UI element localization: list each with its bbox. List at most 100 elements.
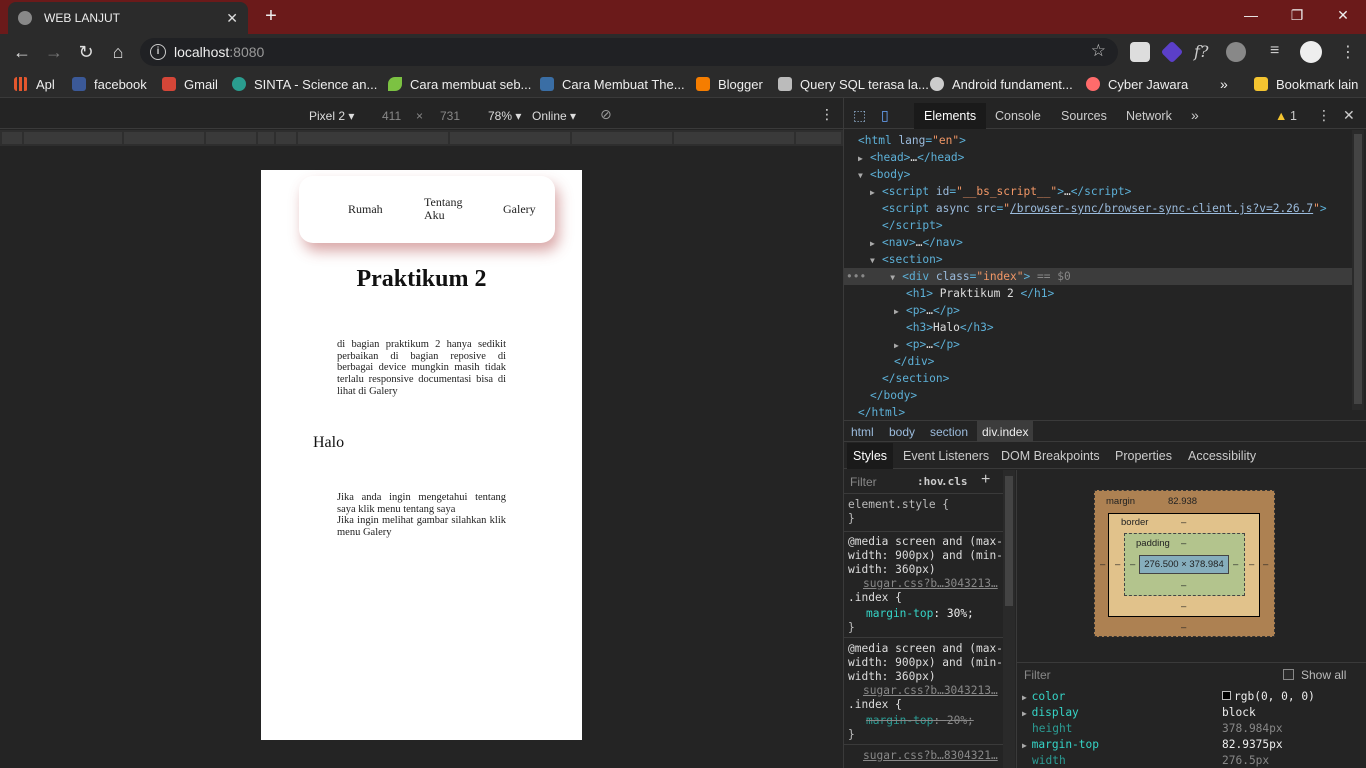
tab-styles[interactable]: Styles: [847, 443, 894, 469]
dom-line-script-bs[interactable]: ▶ <script id="__bs_script__">…</script>: [870, 183, 1131, 201]
star-icon[interactable]: ☆: [1091, 41, 1106, 61]
dom-line-p2[interactable]: ▶ <p>…</p>: [894, 336, 960, 354]
bookmark-sinta[interactable]: SINTA - Science an...: [232, 75, 377, 93]
dom-line-script-close[interactable]: </script>: [882, 217, 943, 234]
dom-line-body-close[interactable]: </body>: [870, 387, 917, 404]
warning-icon[interactable]: ▲: [1275, 109, 1287, 123]
close-tab-icon[interactable]: ✕: [226, 10, 238, 27]
tab-network[interactable]: Network: [1126, 109, 1172, 123]
padding-left-value[interactable]: –: [1130, 559, 1135, 570]
tab-event-listeners[interactable]: Event Listeners: [903, 449, 989, 463]
dom-line-h1[interactable]: <h1> Praktikum 2 </h1>: [906, 285, 1054, 302]
bookmark-apps[interactable]: Apl: [14, 75, 55, 93]
dom-scrollbar[interactable]: [1352, 130, 1364, 410]
styles-scrollbar[interactable]: [1003, 470, 1015, 768]
computed-display[interactable]: ▶ display: [1022, 706, 1079, 719]
computed-width[interactable]: width: [1032, 754, 1066, 767]
more-bookmarks-chevron-icon[interactable]: »: [1220, 75, 1228, 93]
forward-arrow-icon[interactable]: →: [42, 40, 66, 64]
zoom-select[interactable]: 78% ▾: [488, 109, 521, 123]
dom-line-head[interactable]: ▶ <head>…</head>: [858, 149, 964, 167]
throttle-select[interactable]: Online ▾: [532, 109, 576, 123]
device-width-input[interactable]: 411: [382, 109, 401, 123]
back-arrow-icon[interactable]: ←: [10, 40, 34, 64]
bookmark-android[interactable]: Android fundament...: [930, 75, 1073, 93]
bookmark-other[interactable]: Bookmark lain: [1254, 75, 1358, 93]
margin-left-value[interactable]: –: [1100, 559, 1105, 570]
show-all-checkbox[interactable]: [1283, 669, 1294, 680]
info-icon[interactable]: i: [150, 44, 166, 60]
bookmark-gmail[interactable]: Gmail: [162, 75, 218, 93]
new-rule-plus-icon[interactable]: +: [981, 471, 990, 489]
rotate-icon[interactable]: ⊘: [600, 106, 612, 123]
extension-circle-icon[interactable]: [1226, 42, 1246, 62]
nav-link-galery[interactable]: Galery: [503, 202, 536, 217]
formula-extension-icon[interactable]: f?: [1194, 42, 1214, 62]
device-height-input[interactable]: 731: [440, 109, 460, 123]
dom-line-div-close[interactable]: </div>: [894, 353, 934, 370]
border-right-value[interactable]: –: [1249, 559, 1254, 570]
tab-elements[interactable]: Elements: [914, 103, 987, 129]
padding-right-value[interactable]: –: [1233, 559, 1238, 570]
margin-bottom-value[interactable]: –: [1181, 622, 1186, 633]
element-style-rule[interactable]: element.style {}: [848, 498, 949, 526]
breadcrumb-section[interactable]: section: [930, 425, 968, 439]
reload-icon[interactable]: ↻: [74, 40, 98, 64]
margin-top-value[interactable]: 82.938: [1168, 496, 1197, 507]
dom-line-div-index[interactable]: ••• ▼ <div class="index"> == $0: [846, 268, 1071, 286]
tab-sources[interactable]: Sources: [1061, 109, 1107, 123]
hov-toggle[interactable]: :hov: [917, 475, 944, 488]
computed-filter-input[interactable]: Filter: [1024, 668, 1051, 682]
nav-link-rumah[interactable]: Rumah: [348, 202, 383, 217]
new-tab-button[interactable]: +: [260, 4, 282, 28]
more-tabs-chevron-icon[interactable]: »: [1191, 107, 1199, 123]
bookmark-cara-membuat-seb[interactable]: Cara membuat seb...: [388, 75, 531, 93]
close-window-button[interactable]: ✕: [1320, 0, 1366, 30]
border-left-value[interactable]: –: [1115, 559, 1120, 570]
bookmark-facebook[interactable]: facebook: [72, 75, 147, 93]
tab-accessibility[interactable]: Accessibility: [1188, 449, 1256, 463]
inspect-element-icon[interactable]: ⬚: [853, 107, 866, 124]
close-devtools-icon[interactable]: ✕: [1343, 107, 1355, 124]
dom-line-html[interactable]: <html lang="en">: [858, 132, 966, 149]
dom-line-p1[interactable]: ▶ <p>…</p>: [894, 302, 960, 320]
dom-line-script-async[interactable]: <script async src="/browser-sync/browser…: [882, 200, 1327, 217]
tab-console[interactable]: Console: [995, 109, 1041, 123]
profile-avatar[interactable]: [1300, 41, 1322, 63]
tab-dom-breakpoints[interactable]: DOM Breakpoints: [1001, 449, 1100, 463]
computed-color[interactable]: ▶ color: [1022, 690, 1065, 703]
dom-line-html-close[interactable]: </html>: [858, 404, 905, 420]
menu-kebab-icon[interactable]: ⋮: [1338, 42, 1358, 62]
computed-height[interactable]: height: [1032, 722, 1072, 735]
dom-line-nav[interactable]: ▶ <nav>…</nav>: [870, 234, 963, 252]
bookmark-blogger[interactable]: Blogger: [696, 75, 763, 93]
qr-extension-icon[interactable]: [1130, 42, 1150, 62]
cls-toggle[interactable]: .cls: [941, 475, 968, 488]
media-list-icon[interactable]: ≡: [1270, 42, 1290, 62]
devtools-menu-kebab-icon[interactable]: ⋮: [1317, 107, 1331, 124]
border-bottom-value[interactable]: –: [1181, 601, 1186, 612]
source-link-1[interactable]: sugar.css?b…3043213…: [863, 577, 998, 591]
dom-line-h3[interactable]: <h3>Halo</h3>: [906, 319, 994, 336]
dom-line-section[interactable]: ▼ <section>: [870, 251, 943, 269]
bookmark-cara-membuat-the[interactable]: Cara Membuat The...: [540, 75, 685, 93]
tab-properties[interactable]: Properties: [1115, 449, 1172, 463]
breadcrumb-div-index[interactable]: div.index: [977, 421, 1034, 442]
computed-margin-top[interactable]: ▶ margin-top: [1022, 738, 1099, 751]
rule1-declaration[interactable]: margin-top: 30%;: [866, 607, 974, 621]
breadcrumb-html[interactable]: html: [851, 425, 874, 439]
device-options-kebab-icon[interactable]: ⋮: [820, 106, 834, 123]
browser-tab[interactable]: WEB LANJUT ✕: [8, 2, 248, 34]
device-select[interactable]: Pixel 2 ▾: [309, 109, 354, 123]
rule2-declaration-overridden[interactable]: margin-top: 20%;: [866, 714, 974, 728]
nav-link-tentang-aku[interactable]: Tentang Aku: [424, 196, 468, 222]
padding-top-value[interactable]: –: [1181, 538, 1186, 549]
device-toggle-icon[interactable]: ▯: [881, 107, 889, 124]
dom-line-section-close[interactable]: </section>: [882, 370, 949, 387]
bookmark-query-sql[interactable]: Query SQL terasa la...: [778, 75, 929, 93]
dom-line-body[interactable]: ▼ <body>: [858, 166, 910, 184]
address-bar[interactable]: i localhost:8080 ☆: [140, 38, 1118, 66]
minimize-button[interactable]: —: [1228, 0, 1274, 30]
restore-button[interactable]: ❐: [1274, 0, 1320, 30]
source-link-2[interactable]: sugar.css?b…3043213…: [863, 684, 998, 698]
